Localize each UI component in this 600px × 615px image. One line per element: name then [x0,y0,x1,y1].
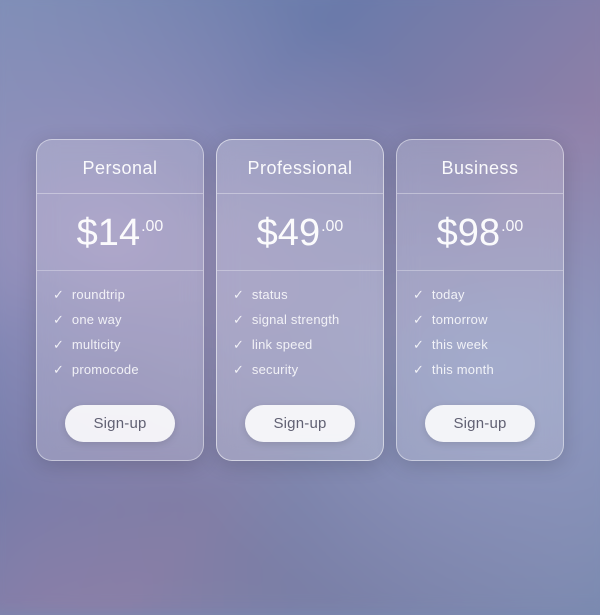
checkmark-icon: ✓ [53,338,64,351]
plan-header-business: Business [397,140,563,194]
checkmark-icon: ✓ [53,313,64,326]
list-item: ✓ tomorrow [413,312,547,327]
price-main-business: $98 [437,214,500,252]
plan-name-professional: Professional [247,158,352,178]
list-item: ✓ promocode [53,362,187,377]
signup-button-business[interactable]: Sign-up [425,405,535,442]
price-cents-business: .00 [501,218,523,236]
plan-card-business: Business$98.00✓today✓tomorrow✓this week✓… [396,139,564,461]
feature-label: status [252,287,288,302]
feature-label: link speed [252,337,313,352]
feature-label: tomorrow [432,312,488,327]
plan-footer-business: Sign-up [397,391,563,460]
list-item: ✓ link speed [233,337,367,352]
pricing-container: Personal$14.00✓roundtrip✓one way✓multici… [16,119,584,481]
plan-name-personal: Personal [82,158,157,178]
plan-footer-personal: Sign-up [37,391,203,460]
feature-label: roundtrip [72,287,125,302]
checkmark-icon: ✓ [413,288,424,301]
checkmark-icon: ✓ [413,313,424,326]
plan-header-professional: Professional [217,140,383,194]
plan-card-professional: Professional $49.00 ✓ status ✓ signal strengt… [216,139,384,461]
checkmark-icon: ✓ [413,363,424,376]
list-item: ✓ this month [413,362,547,377]
price-main-professional: $49 [257,214,320,252]
plan-price-personal: $14.00 [47,214,193,252]
feature-label: signal strength [252,312,340,327]
list-item: ✓ roundtrip [53,287,187,302]
feature-label: multicity [72,337,121,352]
plan-footer-professional: Sign-up [217,391,383,460]
checkmark-icon: ✓ [53,363,64,376]
feature-label: today [432,287,465,302]
feature-label: security [252,362,298,377]
plan-features-professional: ✓ status ✓ signal strength ✓ link speed ✓ secur… [217,271,383,391]
plan-price-professional: $49.00 [227,214,373,252]
plan-price-business: $98.00 [407,214,553,252]
checkmark-icon: ✓ [413,338,424,351]
checkmark-icon: ✓ [233,313,244,326]
list-item: ✓ one way [53,312,187,327]
list-item: ✓ this week [413,337,547,352]
list-item: ✓ today [413,287,547,302]
feature-label: this week [432,337,488,352]
plan-name-business: Business [441,158,518,178]
signup-button-personal[interactable]: Sign-up [65,405,175,442]
list-item: ✓ multicity [53,337,187,352]
checkmark-icon: ✓ [53,288,64,301]
plan-price-section-professional: $49.00 [217,194,383,271]
checkmark-icon: ✓ [233,338,244,351]
plan-features-personal: ✓ roundtrip ✓ one way ✓ multicity ✓ promocode [37,271,203,391]
list-item: ✓ security [233,362,367,377]
plan-price-section-business: $98.00 [397,194,563,271]
feature-label: promocode [72,362,139,377]
list-item: ✓ status [233,287,367,302]
plan-features-business: ✓ today ✓ tomorrow ✓ this week ✓ this month [397,271,563,391]
price-main-personal: $14 [77,214,140,252]
feature-label: one way [72,312,122,327]
list-item: ✓ signal strength [233,312,367,327]
plan-price-section-personal: $14.00 [37,194,203,271]
price-cents-personal: .00 [141,218,163,236]
signup-button-professional[interactable]: Sign-up [245,405,355,442]
feature-label: this month [432,362,494,377]
checkmark-icon: ✓ [233,288,244,301]
price-cents-professional: .00 [321,218,343,236]
plan-header-personal: Personal [37,140,203,194]
plan-card-personal: Personal $14.00 ✓ roundtrip ✓ one way ✓ multici… [36,139,204,461]
checkmark-icon: ✓ [233,363,244,376]
